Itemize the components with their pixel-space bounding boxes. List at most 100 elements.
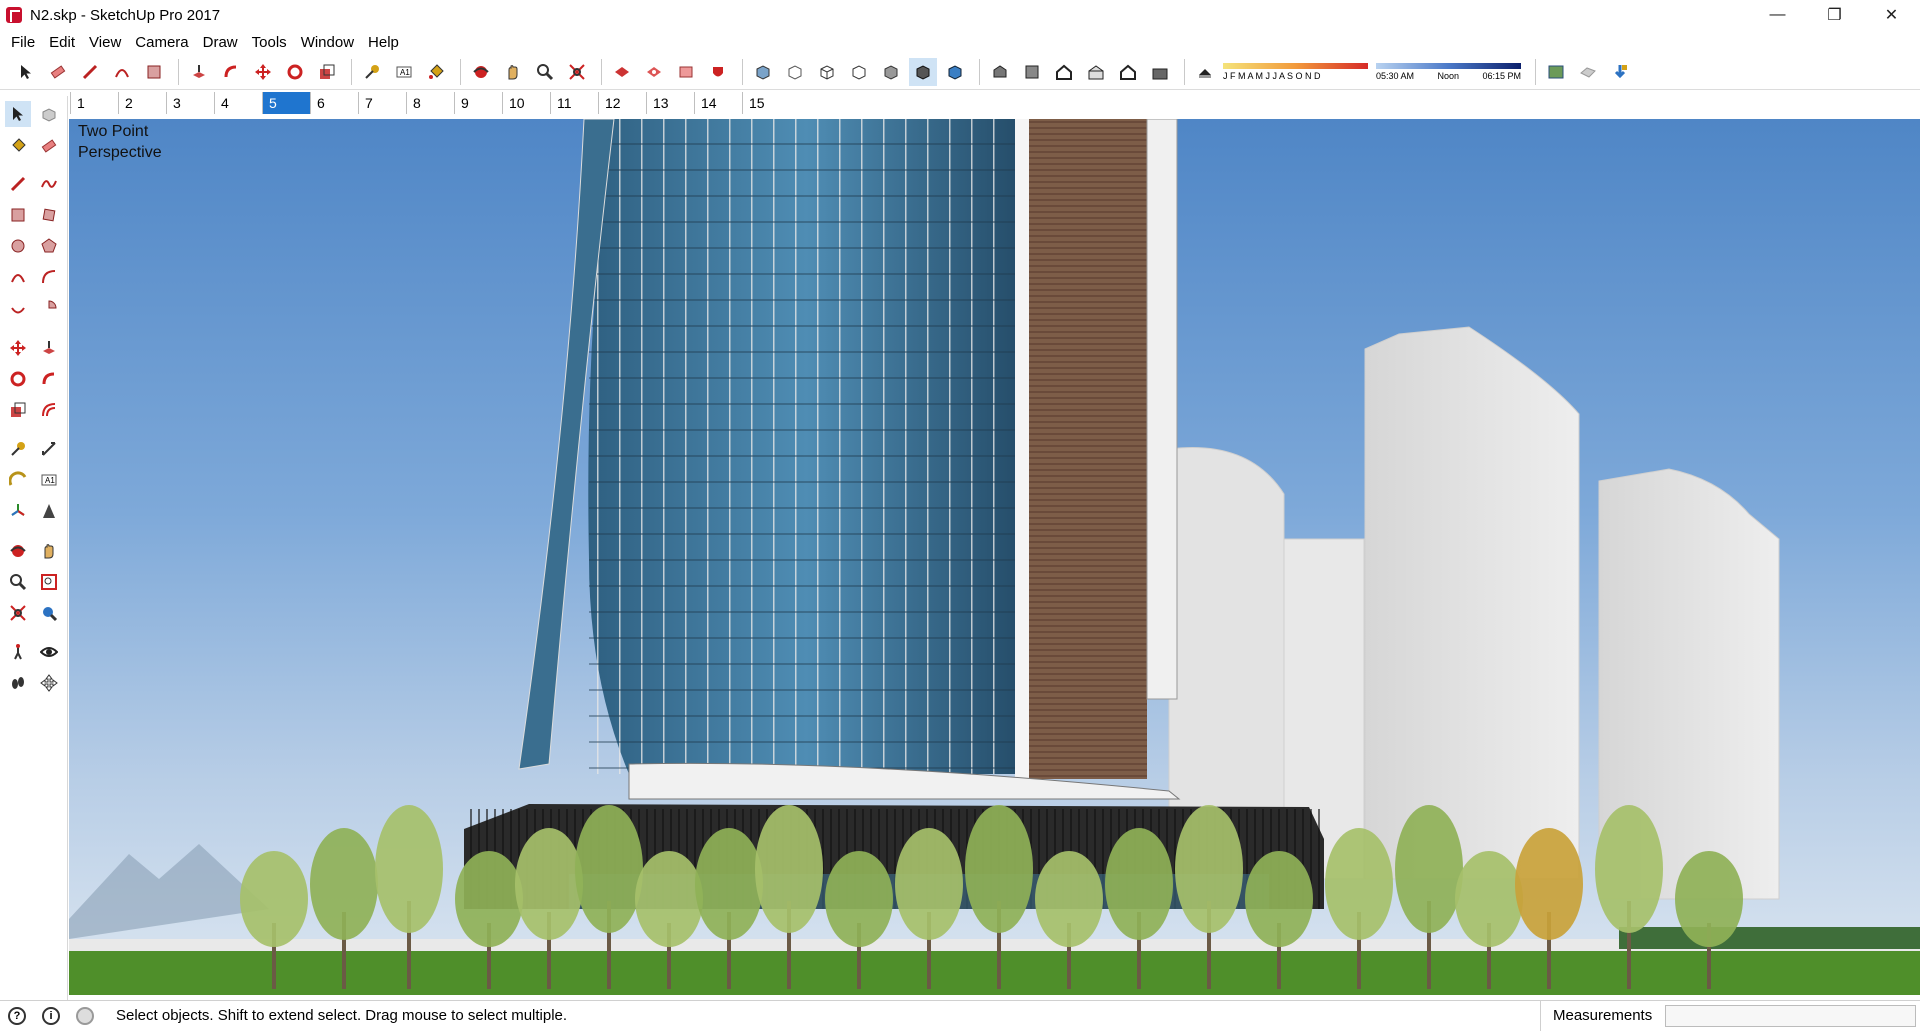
move-tool-icon[interactable] [5, 335, 31, 361]
orbit-tool-icon[interactable] [467, 58, 495, 86]
scene-tab[interactable]: 4 [214, 92, 262, 114]
rotated-rectangle-tool-icon[interactable] [36, 202, 62, 228]
push-pull-tool-icon[interactable] [36, 335, 62, 361]
credits-icon[interactable]: i [42, 1006, 60, 1025]
scene-tab[interactable]: 1 [70, 92, 118, 114]
toggle-terrain-icon[interactable] [1574, 58, 1602, 86]
add-location-icon[interactable] [1542, 58, 1570, 86]
tape-measure-tool-icon[interactable] [5, 436, 31, 462]
shadow-month-slider[interactable]: J F M A M J J A S O N D [1223, 62, 1368, 81]
arc-tool-icon[interactable] [5, 264, 31, 290]
zoom-tool-icon[interactable] [531, 58, 559, 86]
text-tool-icon[interactable]: A1 [36, 467, 62, 493]
menu-window[interactable]: Window [294, 34, 361, 51]
user-account-icon[interactable] [76, 1006, 94, 1025]
maximize-button[interactable]: ❐ [1806, 0, 1863, 30]
arc-tool-icon[interactable] [108, 58, 136, 86]
menu-tools[interactable]: Tools [245, 34, 294, 51]
time-bar[interactable] [1376, 62, 1521, 69]
scene-tab[interactable]: 13 [646, 92, 694, 114]
section-plane-tool-icon[interactable] [36, 670, 62, 696]
position-camera-icon[interactable] [5, 639, 31, 665]
zoom-extents-tool-icon[interactable] [563, 58, 591, 86]
left-view-icon[interactable] [1146, 58, 1174, 86]
extension-warehouse-icon[interactable] [704, 58, 732, 86]
eraser-tool-icon[interactable] [36, 133, 62, 159]
scene-tab[interactable]: 8 [406, 92, 454, 114]
scene-tab[interactable]: 2 [118, 92, 166, 114]
front-view-icon[interactable] [1050, 58, 1078, 86]
close-button[interactable]: ✕ [1863, 0, 1920, 30]
minimize-button[interactable]: — [1749, 0, 1806, 30]
scene-tab[interactable]: 7 [358, 92, 406, 114]
pan-tool-icon[interactable] [499, 58, 527, 86]
scene-tab[interactable]: 15 [742, 92, 790, 114]
rotate-tool-icon[interactable] [5, 366, 31, 392]
line-tool-icon[interactable] [76, 58, 104, 86]
line-tool-icon[interactable] [5, 171, 31, 197]
three-point-arc-tool-icon[interactable] [5, 295, 31, 321]
share-component-icon[interactable] [640, 58, 668, 86]
geo-location-icon[interactable]: ? [8, 1006, 26, 1025]
wireframe-style-icon[interactable] [813, 58, 841, 86]
shaded-style-icon[interactable] [877, 58, 905, 86]
month-bar[interactable] [1223, 62, 1368, 69]
dimension-tool-icon[interactable] [36, 436, 62, 462]
measurements-input[interactable] [1665, 1005, 1916, 1027]
scene-tab[interactable]: 11 [550, 92, 598, 114]
get-models-icon[interactable] [1606, 58, 1634, 86]
offset-tool-icon[interactable] [36, 397, 62, 423]
top-view-icon[interactable] [1018, 58, 1046, 86]
3d-warehouse-icon[interactable] [608, 58, 636, 86]
xray-style-icon[interactable] [749, 58, 777, 86]
circle-tool-icon[interactable] [5, 233, 31, 259]
protractor-tool-icon[interactable] [5, 467, 31, 493]
make-component-icon[interactable] [36, 101, 62, 127]
push-pull-tool-icon[interactable] [185, 58, 213, 86]
scale-tool-icon[interactable] [313, 58, 341, 86]
scene-tab[interactable]: 10 [502, 92, 550, 114]
menu-file[interactable]: File [4, 34, 42, 51]
right-view-icon[interactable] [1082, 58, 1110, 86]
freehand-tool-icon[interactable] [36, 171, 62, 197]
rectangle-tool-icon[interactable] [140, 58, 168, 86]
rotate-tool-icon[interactable] [281, 58, 309, 86]
scene-tab-active[interactable]: 5 [262, 92, 310, 114]
menu-edit[interactable]: Edit [42, 34, 82, 51]
scene-tab[interactable]: 12 [598, 92, 646, 114]
zoom-window-tool-icon[interactable] [36, 569, 62, 595]
zoom-tool-icon[interactable] [5, 569, 31, 595]
3d-text-tool-icon[interactable] [36, 498, 62, 524]
monochrome-style-icon[interactable] [941, 58, 969, 86]
pie-tool-icon[interactable] [36, 295, 62, 321]
orbit-tool-icon[interactable] [5, 538, 31, 564]
previous-view-icon[interactable] [36, 600, 62, 626]
back-view-icon[interactable] [1114, 58, 1142, 86]
menu-camera[interactable]: Camera [128, 34, 195, 51]
share-model-icon[interactable] [672, 58, 700, 86]
shaded-textures-style-icon[interactable] [909, 57, 937, 86]
iso-view-icon[interactable] [986, 58, 1014, 86]
paint-bucket-tool-icon[interactable] [422, 58, 450, 86]
back-edges-style-icon[interactable] [781, 58, 809, 86]
paint-bucket-tool-icon[interactable] [5, 133, 31, 159]
polygon-tool-icon[interactable] [36, 233, 62, 259]
scene-tab[interactable]: 6 [310, 92, 358, 114]
move-tool-icon[interactable] [249, 58, 277, 86]
rectangle-tool-icon[interactable] [5, 202, 31, 228]
axes-tool-icon[interactable] [5, 498, 31, 524]
scene-tab[interactable]: 3 [166, 92, 214, 114]
look-around-icon[interactable] [36, 639, 62, 665]
shadow-time-slider[interactable]: 05:30 AM Noon 06:15 PM [1376, 62, 1521, 81]
menu-view[interactable]: View [82, 34, 128, 51]
pan-tool-icon[interactable] [36, 538, 62, 564]
menu-draw[interactable]: Draw [196, 34, 245, 51]
select-tool-icon[interactable] [12, 58, 40, 86]
hidden-line-style-icon[interactable] [845, 58, 873, 86]
scene-tab[interactable]: 9 [454, 92, 502, 114]
menu-help[interactable]: Help [361, 34, 406, 51]
select-tool-icon[interactable] [5, 101, 31, 127]
scale-tool-icon[interactable] [5, 397, 31, 423]
eraser-tool-icon[interactable] [44, 58, 72, 86]
text-tool-icon[interactable]: A1 [390, 58, 418, 86]
